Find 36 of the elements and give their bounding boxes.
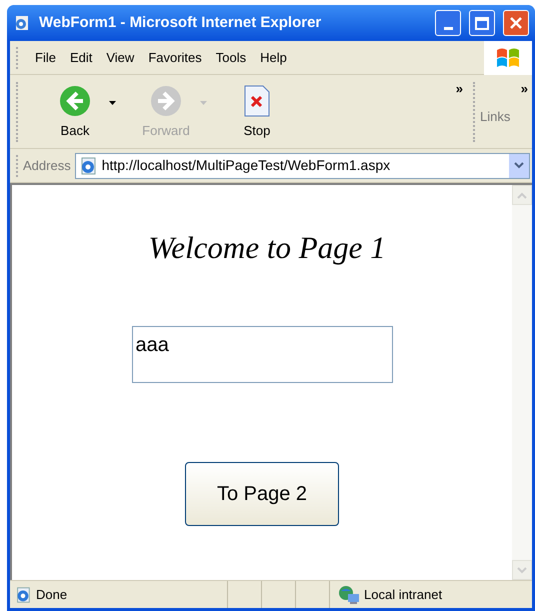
chevron-down-icon — [517, 566, 527, 574]
close-button[interactable] — [503, 10, 529, 36]
back-button[interactable]: Back — [47, 85, 103, 140]
menu-item[interactable]: File — [29, 46, 62, 70]
page-heading: Welcome to Page 1 — [148, 229, 386, 267]
text-input[interactable]: aaa — [132, 326, 392, 382]
stop-button[interactable]: Stop — [229, 85, 285, 140]
maximize-button[interactable] — [469, 10, 495, 36]
menu-item[interactable]: Favorites — [142, 46, 208, 70]
menu-item[interactable]: Edit — [64, 46, 98, 70]
window-title: WebForm1 - Microsoft Internet Explorer — [39, 12, 322, 33]
address-label: Address — [23, 156, 71, 175]
network-icon — [338, 584, 360, 604]
menu-item[interactable]: Help — [254, 46, 293, 70]
dropdown-caret-icon[interactable] — [109, 101, 116, 105]
close-icon — [509, 16, 523, 30]
stop-page-icon — [243, 85, 271, 117]
status-text: Done — [36, 586, 68, 604]
browser-icon — [13, 14, 31, 32]
chevron-up-icon — [517, 192, 527, 198]
menu-item[interactable]: View — [100, 46, 140, 70]
dropdown-button[interactable] — [509, 154, 529, 178]
page-icon — [14, 586, 32, 604]
more-chevron[interactable]: » — [520, 75, 532, 98]
security-zone-text: Local intranet — [364, 586, 442, 604]
maximize-icon — [475, 16, 489, 30]
chevron-down-icon — [514, 162, 524, 169]
minimize-button[interactable] — [435, 10, 461, 36]
page-2-button[interactable]: To Page 2 — [185, 462, 339, 526]
minimize-icon — [444, 27, 452, 30]
windows-logo-icon — [495, 46, 521, 70]
more-chevron[interactable]: » — [456, 75, 471, 148]
links-label[interactable]: Links — [476, 98, 532, 126]
menu-item[interactable]: Tools — [210, 46, 252, 70]
scrollbar[interactable] — [512, 185, 532, 580]
address-field[interactable]: http://localhost/MultiPageTest/WebForm1.aspx — [74, 152, 530, 178]
